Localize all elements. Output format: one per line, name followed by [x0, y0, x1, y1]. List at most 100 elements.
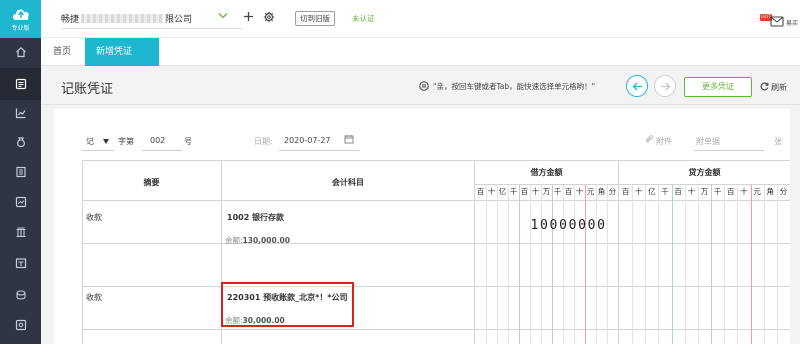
tab-new-voucher[interactable]: 新增凭证 ×: [85, 38, 197, 66]
row-1-summary[interactable]: 收款: [86, 212, 102, 223]
digit-column-separator: [607, 185, 608, 344]
digit-unit-header: 百: [520, 187, 529, 196]
row-1-account[interactable]: 1002 银行存款: [227, 212, 284, 223]
gear-icon[interactable]: [263, 11, 275, 23]
shop-icon[interactable]: [770, 16, 784, 27]
attachment-icon[interactable]: [644, 135, 654, 145]
company-selector[interactable]: 畅捷 限公司: [61, 12, 192, 25]
home-icon: [15, 46, 26, 58]
digit-column-separator: [750, 185, 752, 344]
digit-unit-header: 十: [740, 187, 748, 196]
sidebar-item-settings[interactable]: [0, 309, 41, 341]
brand-label: 专业版: [11, 25, 30, 32]
digit-unit-header: 十: [634, 187, 643, 196]
number-suffix: 号: [184, 137, 192, 146]
attachment-label[interactable]: 附件: [656, 136, 672, 147]
chart-icon: [15, 108, 25, 119]
date-field[interactable]: 2020-07-27: [284, 136, 331, 145]
sidebar-item-funds[interactable]: [0, 126, 41, 158]
col-header-debit: 借方金额: [530, 168, 563, 177]
sidebar-item-voucher[interactable]: [0, 68, 41, 100]
row-1-debit-amount[interactable]: 10000000: [531, 218, 607, 233]
date-label: 日期:: [254, 137, 273, 146]
previous-voucher-button[interactable]: [626, 75, 648, 97]
digit-unit-header: 分: [779, 187, 788, 196]
keyboard-icon: [419, 81, 429, 91]
digit-unit-header: 万: [542, 187, 551, 196]
sidebar-item-home[interactable]: [0, 36, 41, 68]
digit-column-separator: [519, 185, 520, 344]
voucher-card: 记 字第 002 号 日期: 2020-07-27 附件 附单据 张 摘要 会计…: [54, 109, 790, 344]
sidebar: 专业版: [0, 0, 41, 344]
digit-unit-header: 十: [575, 187, 584, 196]
attach-underline: [694, 150, 764, 151]
digit-unit-header: 亿: [648, 187, 656, 196]
caret-down-icon[interactable]: [103, 139, 109, 144]
tab-bar: 首页 新增凭证 ×: [41, 38, 800, 66]
sidebar-item-ledger[interactable]: [0, 156, 41, 188]
digit-unit-header: 千: [509, 187, 518, 196]
digit-unit-header: 角: [597, 187, 606, 196]
digit-unit-header: 百: [727, 187, 735, 196]
tab-new-voucher-label: 新增凭证: [96, 47, 133, 57]
tab-home[interactable]: 首页: [53, 38, 71, 66]
table-border-top: [82, 160, 790, 161]
calendar-icon[interactable]: [344, 134, 354, 144]
payroll-icon: [15, 258, 26, 269]
digit-unit-header: 千: [661, 187, 669, 196]
digit-column-separator: [563, 185, 564, 344]
redacted-text: [81, 14, 164, 23]
sidebar-item-assets[interactable]: [0, 216, 41, 248]
col-header-summary: 摘要: [143, 178, 160, 187]
shop-label[interactable]: 易买: [786, 18, 798, 27]
digit-column-separator: [684, 185, 686, 344]
digit-unit-header: 千: [713, 187, 722, 196]
word-label: 字第: [118, 137, 134, 146]
digit-unit-header: 万: [700, 187, 709, 196]
more-vouchers-button[interactable]: 更多凭证: [684, 77, 752, 97]
next-voucher-button[interactable]: [654, 75, 676, 97]
digit-column-separator: [574, 185, 575, 344]
digit-column-separator: [585, 185, 586, 344]
voucher-number-field[interactable]: 002: [150, 136, 165, 145]
attachment-unit: 张: [774, 137, 782, 146]
switch-old-version-button[interactable]: 切到旧版: [295, 11, 335, 26]
plus-icon[interactable]: [243, 11, 254, 22]
col-header-account: 会计科目: [332, 178, 364, 187]
digit-unit-header: 元: [586, 187, 595, 196]
col-header-credit: 贷方金额: [688, 168, 721, 177]
verify-status[interactable]: 未认证: [352, 13, 375, 24]
digit-column-separator: [711, 185, 713, 344]
invoice-icon: [15, 196, 26, 208]
voucher-type-select[interactable]: 记: [86, 136, 94, 147]
attachment-count-field[interactable]: 附单据: [696, 136, 720, 147]
digit-unit-header: 百: [564, 187, 573, 196]
number-underline: [142, 150, 182, 151]
main-content: 记账凭证 "亲，按回车键或者Tab，能快速选择单元格哟！" 更多凭证 刷新 记: [41, 66, 800, 344]
sidebar-item-payroll[interactable]: [0, 247, 41, 279]
close-icon[interactable]: ×: [189, 38, 197, 66]
sidebar-item-tax[interactable]: [0, 279, 41, 311]
balance-label: 余额:: [225, 236, 243, 245]
digit-unit-header: 元: [753, 187, 761, 196]
refresh-icon[interactable]: [760, 82, 769, 91]
refresh-label[interactable]: 刷新: [771, 82, 787, 93]
digit-unit-header: 百: [621, 187, 630, 196]
digit-column-separator: [632, 185, 634, 344]
digit-column-separator: [508, 185, 509, 344]
sidebar-item-invoice[interactable]: [0, 186, 41, 218]
page-title: 记账凭证: [61, 82, 114, 97]
coins-icon: [15, 290, 26, 300]
row-2-summary[interactable]: 收款: [86, 292, 102, 303]
brand-logo[interactable]: 专业版: [0, 0, 41, 38]
chevron-down-icon[interactable]: [218, 12, 228, 19]
digit-unit-header: 分: [608, 187, 617, 196]
sidebar-item-reports[interactable]: [0, 97, 41, 129]
digit-column-separator: [671, 185, 673, 344]
digit-column-separator: [724, 185, 726, 344]
digit-unit-header: 角: [766, 187, 775, 196]
type-underline: [82, 150, 114, 151]
digit-column-separator: [541, 185, 542, 344]
digit-column-separator: [776, 185, 778, 344]
settings-icon: [15, 319, 26, 331]
